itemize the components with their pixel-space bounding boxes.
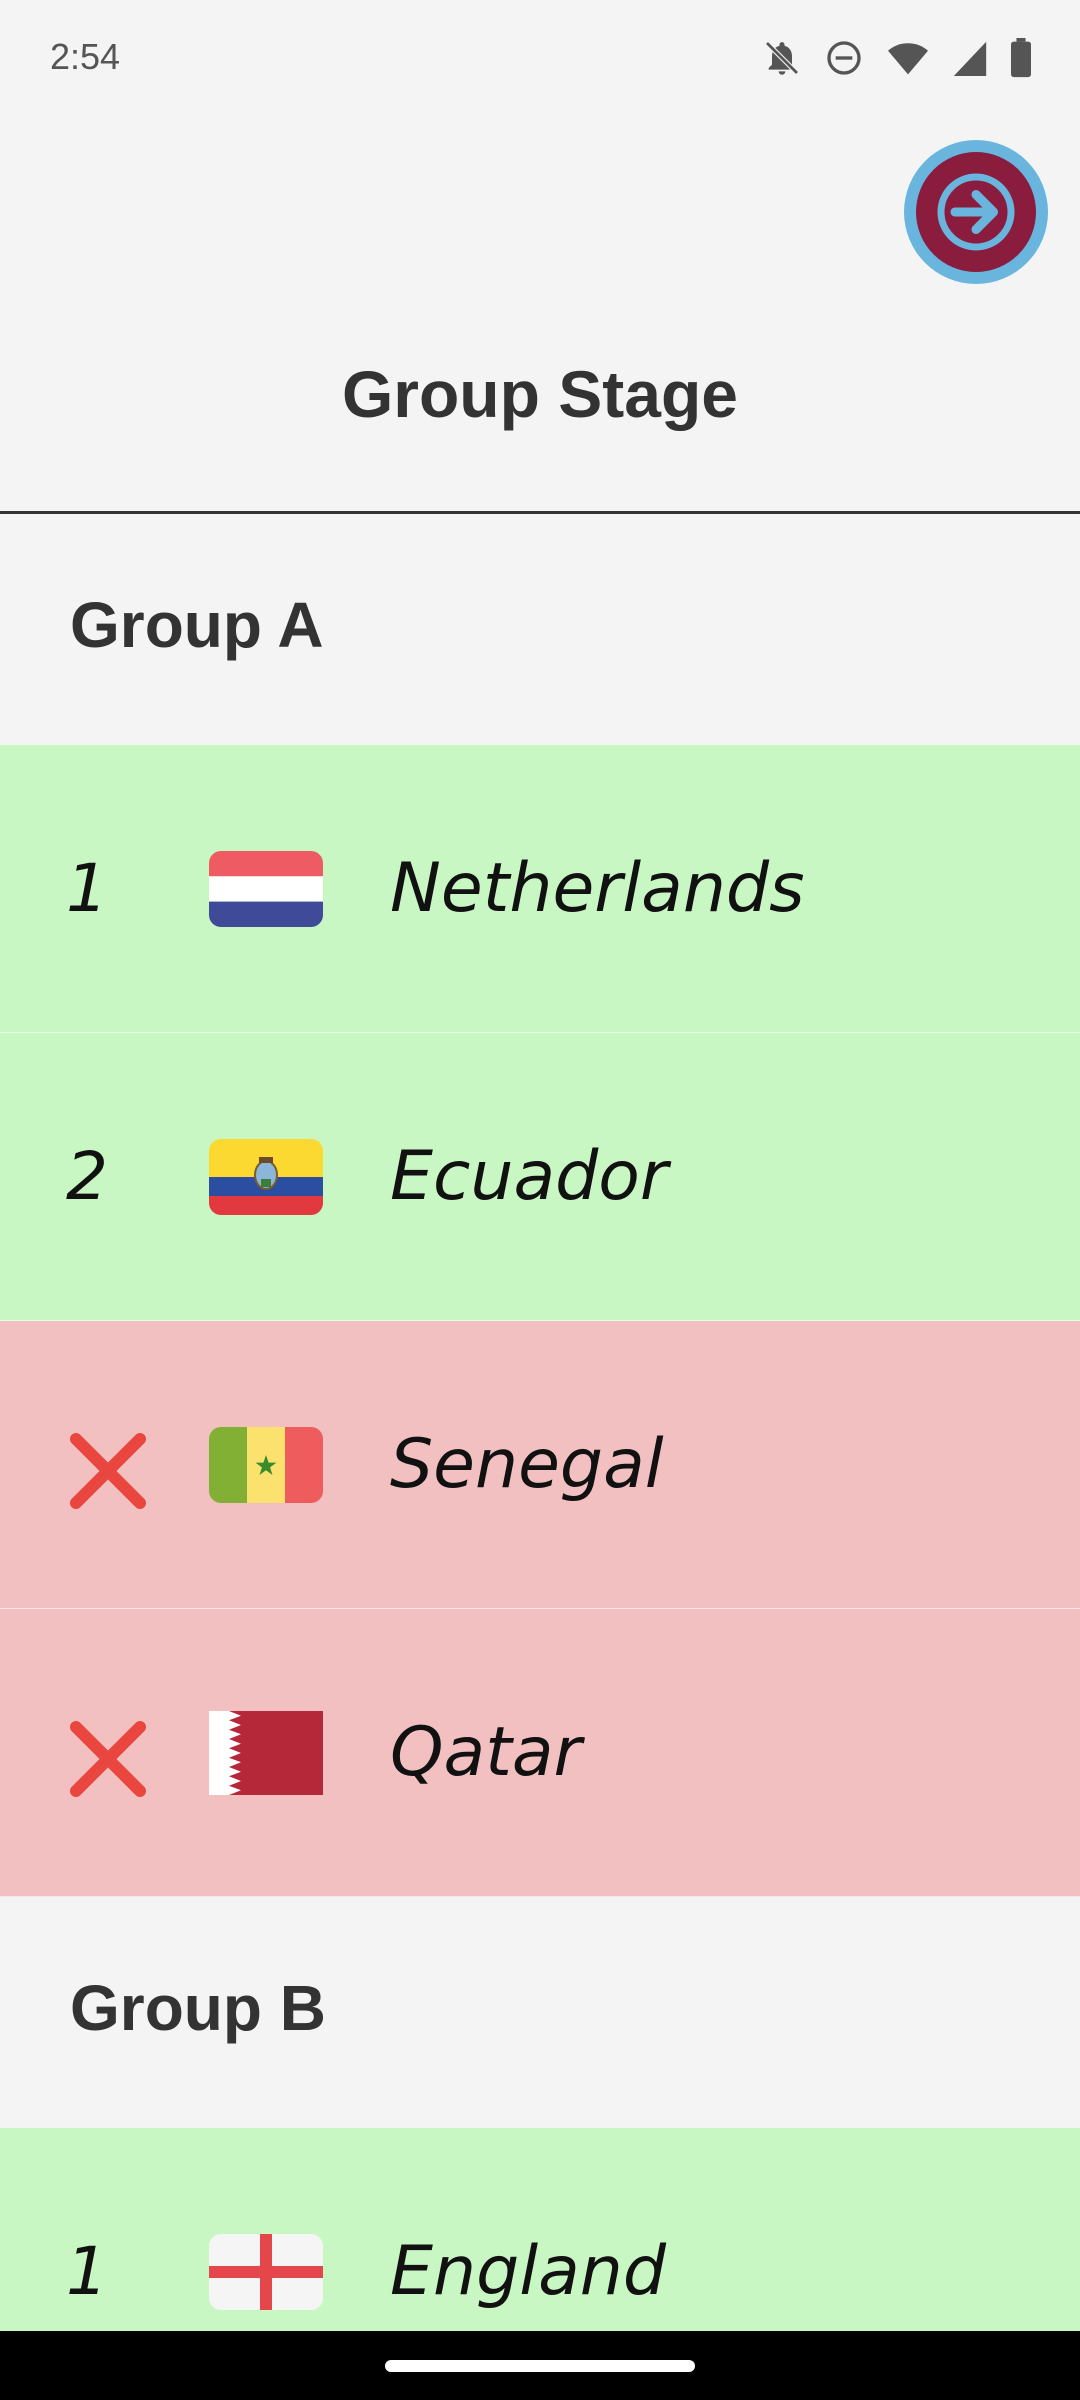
team-name: Senegal bbox=[390, 1425, 664, 1504]
eliminated-x-icon bbox=[70, 1433, 146, 1509]
group-name: Group B bbox=[70, 1971, 326, 2044]
cell-signal-icon bbox=[953, 41, 987, 76]
status-bar: 2:54 bbox=[0, 0, 1080, 110]
team-row-senegal[interactable]: Senegal bbox=[0, 1321, 1080, 1609]
arrow-right-icon bbox=[937, 173, 1015, 251]
system-nav-bar bbox=[0, 2331, 1080, 2400]
team-name: England bbox=[390, 2232, 667, 2311]
team-name: Qatar bbox=[390, 1713, 582, 1792]
group-header-a: Group A bbox=[0, 514, 1080, 745]
england-flag-icon bbox=[209, 2233, 323, 2310]
team-row-qatar[interactable]: Qatar bbox=[0, 1609, 1080, 1897]
status-icons bbox=[762, 36, 1032, 80]
team-rank: 2 bbox=[66, 1138, 108, 1215]
ecuador-flag-icon bbox=[209, 1138, 323, 1215]
team-row-ecuador[interactable]: 2 Ecuador bbox=[0, 1033, 1080, 1321]
notifications-off-icon bbox=[765, 41, 799, 75]
team-rank: 1 bbox=[66, 2233, 108, 2310]
team-row-netherlands[interactable]: 1 Netherlands bbox=[0, 745, 1080, 1033]
team-rank: 1 bbox=[66, 850, 108, 927]
eliminated-x-icon bbox=[70, 1721, 146, 1797]
battery-icon bbox=[1011, 38, 1031, 78]
group-header-b: Group B bbox=[0, 1897, 1080, 2128]
status-time: 2:54 bbox=[50, 36, 121, 77]
team-name: Ecuador bbox=[390, 1137, 668, 1216]
senegal-flag-icon bbox=[209, 1426, 323, 1503]
wifi-icon bbox=[888, 43, 928, 75]
qatar-flag-icon bbox=[209, 1710, 323, 1795]
netherlands-flag-icon bbox=[209, 850, 323, 927]
page-title: Group Stage bbox=[341, 357, 739, 431]
do-not-disturb-icon bbox=[827, 41, 861, 75]
team-name: Netherlands bbox=[390, 849, 805, 928]
home-indicator[interactable] bbox=[385, 2360, 695, 2372]
next-button-inner bbox=[916, 152, 1036, 272]
next-button[interactable] bbox=[904, 140, 1048, 284]
group-list[interactable]: Group A 1 Netherlands 2 Ecuador Senegal … bbox=[0, 514, 1080, 2400]
group-name: Group A bbox=[70, 588, 324, 661]
